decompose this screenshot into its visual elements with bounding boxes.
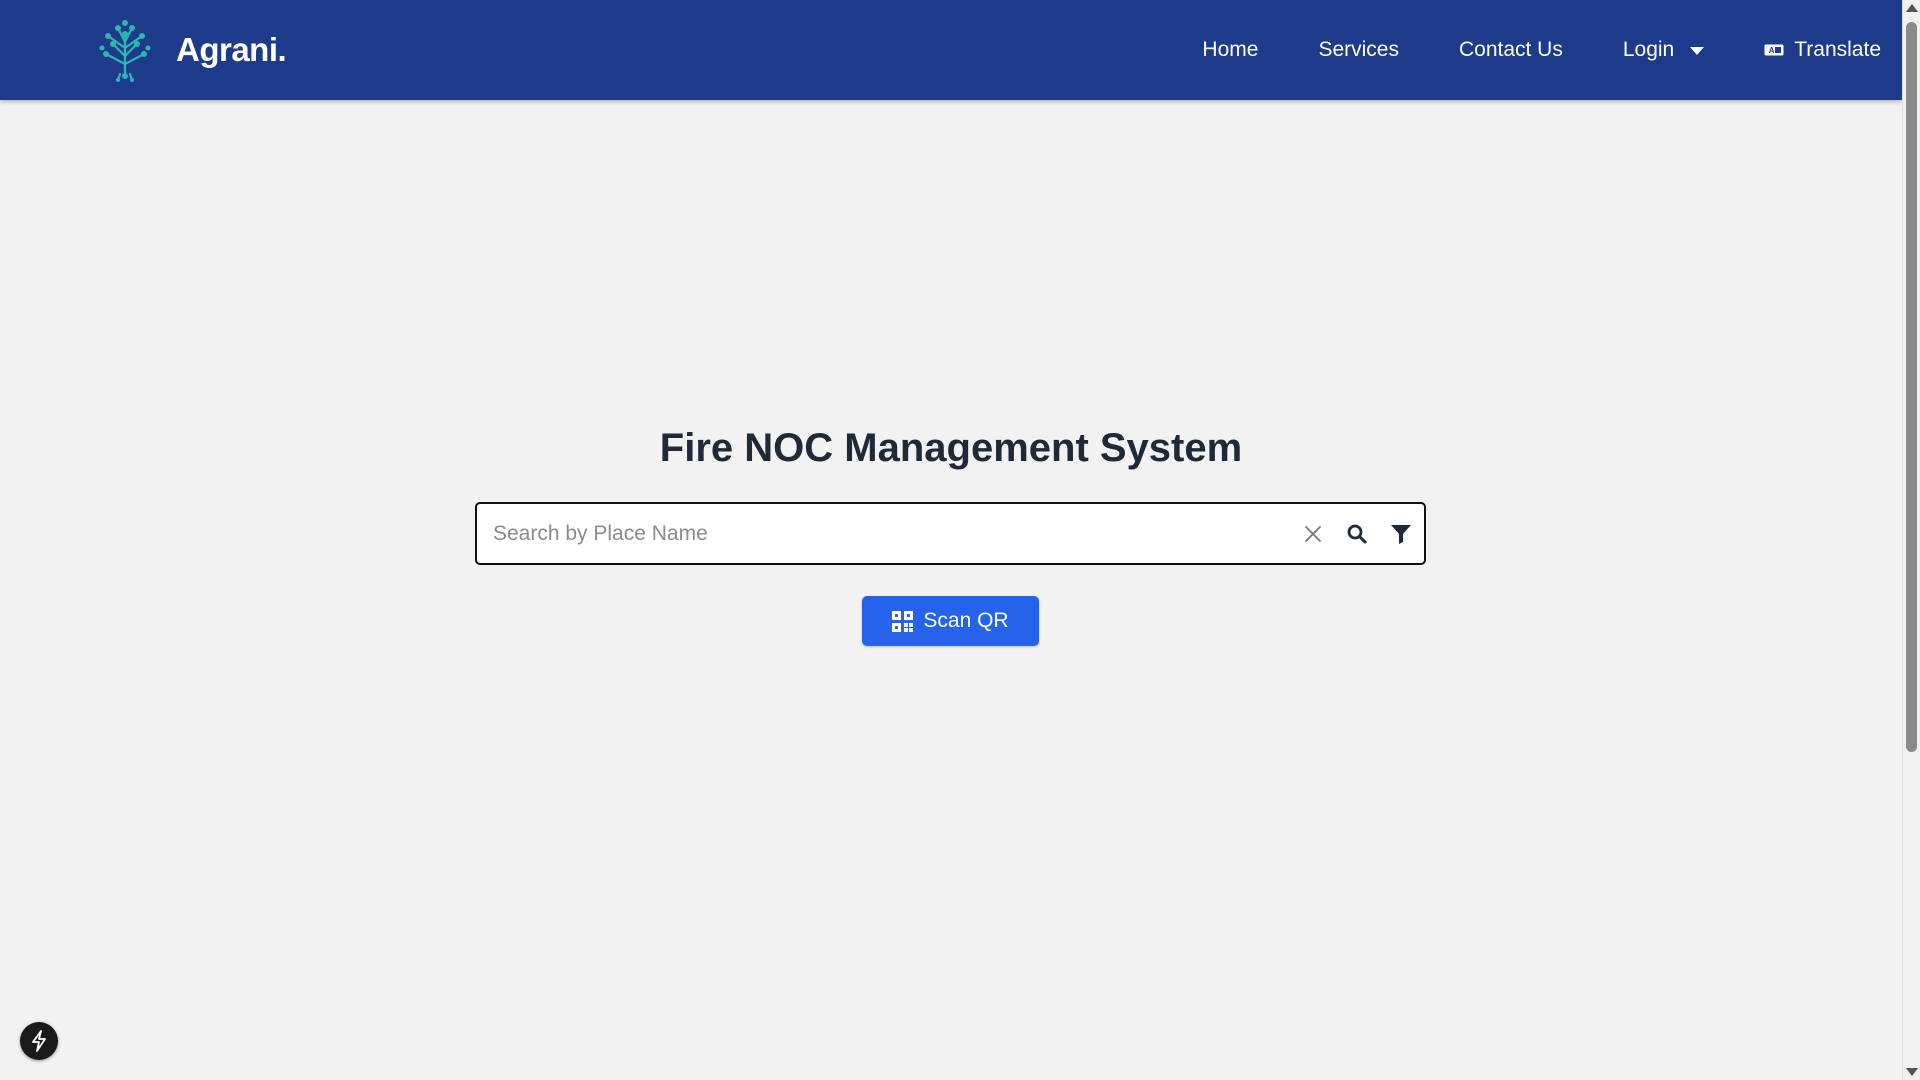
svg-text:A: A	[1769, 46, 1775, 55]
close-icon	[1305, 525, 1321, 542]
translate-icon: A	[1764, 44, 1784, 56]
vertical-scrollbar[interactable]	[1902, 0, 1920, 1080]
filter-icon	[1391, 524, 1411, 544]
page-title: Fire NOC Management System	[659, 426, 1243, 470]
page: Agrani. Home Services Contact Us Login A…	[0, 0, 1920, 1080]
search-input[interactable]	[477, 503, 1298, 564]
tree-circuit-logo-icon	[99, 20, 151, 82]
scan-qr-button[interactable]: Scan QR	[862, 596, 1039, 646]
main-content: Fire NOC Management System Search by Pla…	[0, 100, 1902, 1080]
nav-contact-link[interactable]: Contact Us	[1459, 38, 1563, 62]
search-icon	[1347, 524, 1367, 543]
brand[interactable]: Agrani.	[98, 18, 287, 82]
brand-name: Agrani.	[176, 31, 287, 68]
qr-code-icon	[892, 610, 914, 632]
caret-down-icon	[1690, 47, 1705, 55]
translate-label: Translate	[1794, 38, 1881, 61]
scan-qr-label: Scan QR	[923, 609, 1009, 632]
nav-services-link[interactable]: Services	[1318, 38, 1399, 62]
search-bar	[475, 502, 1426, 565]
floating-action-button[interactable]	[20, 1022, 58, 1060]
scroll-thumb[interactable]	[1906, 22, 1917, 752]
top-navbar: Agrani. Home Services Contact Us Login A…	[0, 0, 1902, 100]
nav-login-dropdown[interactable]: Login	[1622, 38, 1705, 62]
login-label: Login	[1622, 38, 1675, 61]
nav-home-link[interactable]: Home	[1202, 38, 1258, 62]
nav-translate-button[interactable]: A Translate	[1764, 38, 1881, 62]
clear-search-button[interactable]	[1298, 519, 1328, 549]
scroll-down-arrow-icon[interactable]	[1906, 1068, 1918, 1076]
filter-button[interactable]	[1386, 519, 1416, 549]
search-button[interactable]	[1342, 519, 1372, 549]
main-nav: Home Services Contact Us Login A Transla…	[1202, 0, 1881, 100]
scroll-up-arrow-icon[interactable]	[1906, 4, 1918, 12]
bolt-icon	[32, 1030, 46, 1052]
